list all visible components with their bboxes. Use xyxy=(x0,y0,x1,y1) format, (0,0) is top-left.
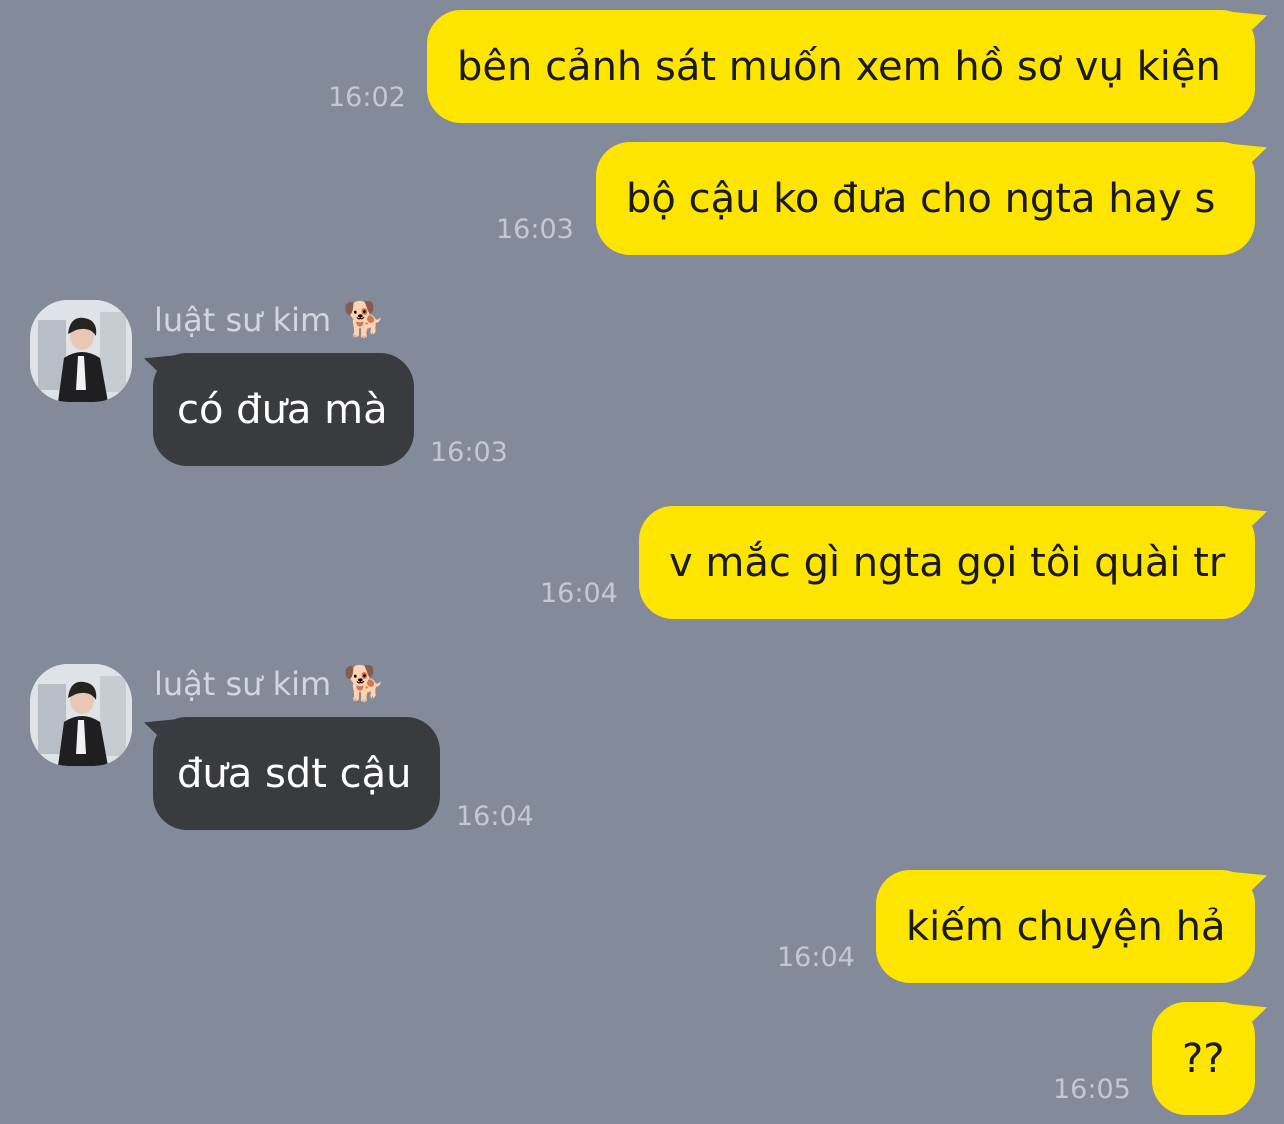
sender-name: luật sư kim 🐕 xyxy=(154,300,386,340)
dog-icon: 🐕 xyxy=(343,664,386,704)
message-text: bên cảnh sát muốn xem hồ sơ vụ kiện xyxy=(457,43,1221,90)
my-message-bubble[interactable]: bên cảnh sát muốn xem hồ sơ vụ kiện xyxy=(427,10,1255,123)
message-text: đưa sdt cậu xyxy=(177,750,412,797)
message-timestamp: 16:05 xyxy=(1053,1074,1131,1105)
message-text: kiếm chuyện hả xyxy=(906,903,1226,950)
avatar-photo-icon xyxy=(30,300,132,402)
sender-name-text: luật sư kim xyxy=(154,665,332,703)
message-text: bộ cậu ko đưa cho ngta hay s xyxy=(626,175,1216,222)
their-message-bubble[interactable]: có đưa mà xyxy=(153,353,414,466)
message-timestamp: 16:02 xyxy=(328,82,406,113)
chat-view[interactable]: 16:02 bên cảnh sát muốn xem hồ sơ vụ kiệ… xyxy=(0,0,1284,1124)
message-timestamp: 16:03 xyxy=(430,437,508,468)
message-text: ?? xyxy=(1182,1035,1225,1082)
message-timestamp: 16:04 xyxy=(540,578,618,609)
my-message-bubble[interactable]: bộ cậu ko đưa cho ngta hay s xyxy=(596,142,1255,255)
my-message-bubble[interactable]: ?? xyxy=(1152,1002,1255,1115)
my-message-bubble[interactable]: kiếm chuyện hả xyxy=(876,870,1255,983)
sender-name: luật sư kim 🐕 xyxy=(154,664,386,704)
avatar-photo-icon xyxy=(30,664,132,766)
their-message-bubble[interactable]: đưa sdt cậu xyxy=(153,717,440,830)
contact-avatar[interactable] xyxy=(30,300,132,402)
message-text: có đưa mà xyxy=(177,386,388,433)
message-timestamp: 16:04 xyxy=(777,942,855,973)
message-timestamp: 16:04 xyxy=(456,801,534,832)
dog-icon: 🐕 xyxy=(343,300,386,340)
contact-avatar[interactable] xyxy=(30,664,132,766)
sender-name-text: luật sư kim xyxy=(154,301,332,339)
message-text: v mắc gì ngta gọi tôi quài tr xyxy=(669,539,1226,586)
message-timestamp: 16:03 xyxy=(496,214,574,245)
my-message-bubble[interactable]: v mắc gì ngta gọi tôi quài tr xyxy=(639,506,1255,619)
